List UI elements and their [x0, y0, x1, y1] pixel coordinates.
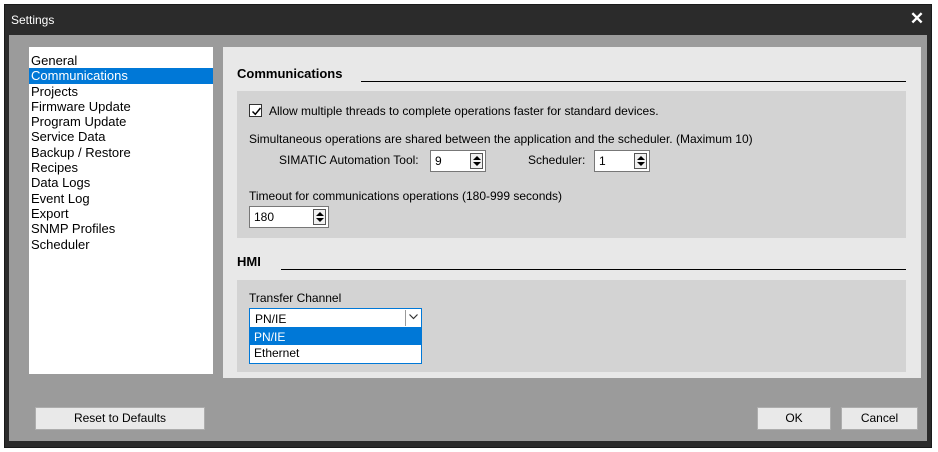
- scheduler-operations-label: Scheduler:: [528, 153, 586, 167]
- timeout-label: Timeout for communications operations (1…: [249, 189, 563, 203]
- spin-up-icon: [637, 156, 645, 160]
- sidebar-item-backup-restore[interactable]: Backup / Restore: [29, 145, 213, 160]
- reset-to-defaults-button[interactable]: Reset to Defaults: [35, 407, 205, 430]
- sidebar-item-event-log[interactable]: Event Log: [29, 191, 213, 206]
- multithread-checkbox[interactable]: [249, 104, 262, 117]
- option-ethernet[interactable]: Ethernet: [250, 345, 421, 361]
- sidebar-item-general[interactable]: General: [29, 53, 213, 68]
- hmi-divider: [281, 269, 906, 270]
- settings-content-panel: Communications Allow multiple threads to…: [223, 47, 921, 378]
- scheduler-operations-stepper[interactable]: 1: [594, 150, 650, 172]
- sidebar-item-projects[interactable]: Projects: [29, 84, 213, 99]
- cancel-button[interactable]: Cancel: [841, 407, 918, 430]
- ok-button[interactable]: OK: [757, 407, 831, 430]
- sidebar-item-export[interactable]: Export: [29, 206, 213, 221]
- sat-operations-label: SIMATIC Automation Tool:: [279, 153, 419, 167]
- spin-up-icon: [473, 156, 481, 160]
- dialog-body: General Communications Projects Firmware…: [9, 35, 927, 441]
- sidebar-item-communications[interactable]: Communications: [29, 68, 213, 84]
- sidebar-item-data-logs[interactable]: Data Logs: [29, 175, 213, 190]
- spin-up-icon: [316, 212, 324, 216]
- sidebar-item-program-update[interactable]: Program Update: [29, 114, 213, 129]
- settings-category-list[interactable]: General Communications Projects Firmware…: [29, 47, 213, 374]
- shared-operations-text: Simultaneous operations are shared betwe…: [249, 132, 753, 146]
- communications-divider: [361, 81, 906, 82]
- hmi-section-title: HMI: [237, 254, 261, 269]
- close-button[interactable]: ✕: [907, 9, 927, 29]
- spin-down-icon: [473, 162, 481, 166]
- timeout-value: 180: [254, 210, 275, 224]
- title-bar[interactable]: Settings ✕: [5, 5, 931, 35]
- sidebar-item-recipes[interactable]: Recipes: [29, 160, 213, 175]
- settings-window: Settings ✕ General Communications Projec…: [4, 4, 932, 448]
- checkmark-icon: [251, 107, 262, 116]
- sat-operations-spin-buttons[interactable]: [470, 153, 483, 169]
- communications-section-title: Communications: [237, 66, 343, 81]
- timeout-stepper[interactable]: 180: [249, 206, 329, 228]
- timeout-spin-buttons[interactable]: [313, 209, 326, 225]
- transfer-channel-value: PN/IE: [255, 312, 287, 326]
- window-title: Settings: [11, 13, 55, 27]
- transfer-channel-dropdown: PN/IE Ethernet: [249, 328, 422, 364]
- spin-down-icon: [316, 218, 324, 222]
- sat-operations-stepper[interactable]: 9: [430, 150, 486, 172]
- sidebar-item-firmware-update[interactable]: Firmware Update: [29, 99, 213, 114]
- dropdown-button[interactable]: [405, 310, 420, 326]
- sidebar-item-scheduler[interactable]: Scheduler: [29, 237, 213, 252]
- spin-down-icon: [637, 162, 645, 166]
- transfer-channel-select[interactable]: PN/IE: [249, 308, 422, 328]
- option-pn-ie[interactable]: PN/IE: [250, 329, 421, 345]
- sidebar-item-snmp-profiles[interactable]: SNMP Profiles: [29, 221, 213, 236]
- chevron-down-icon: [409, 314, 418, 320]
- sidebar-item-service-data[interactable]: Service Data: [29, 129, 213, 144]
- transfer-channel-label: Transfer Channel: [249, 291, 342, 305]
- sat-operations-value: 9: [435, 154, 442, 168]
- communications-group: Allow multiple threads to complete opera…: [237, 91, 906, 238]
- multithread-label: Allow multiple threads to complete opera…: [269, 104, 659, 118]
- scheduler-operations-spin-buttons[interactable]: [634, 153, 647, 169]
- scheduler-operations-value: 1: [599, 154, 606, 168]
- hmi-group: Transfer Channel PN/IE PN/IE Ethernet: [237, 280, 906, 372]
